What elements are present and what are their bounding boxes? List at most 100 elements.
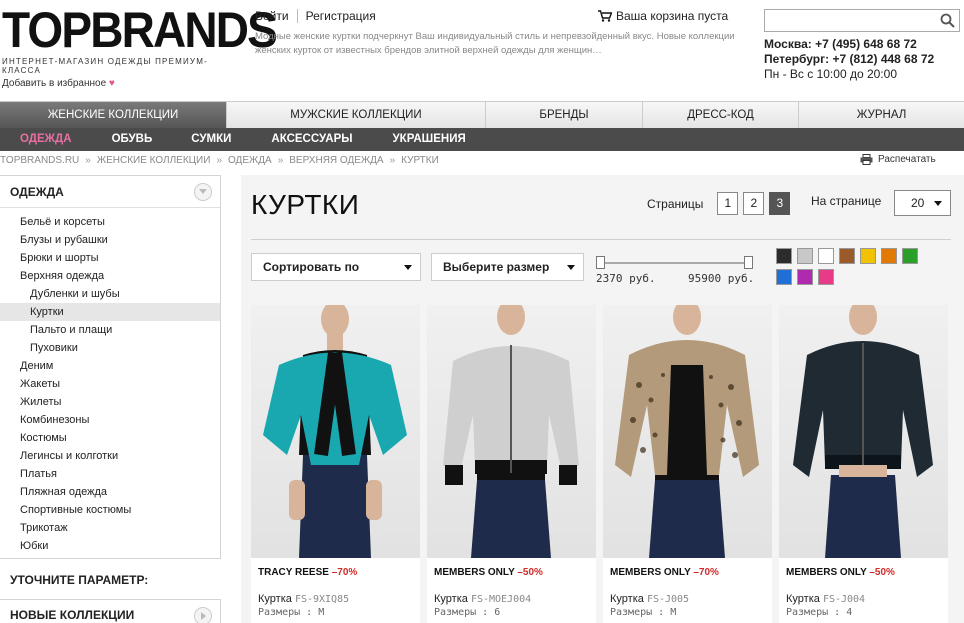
breadcrumb-separator: » — [85, 155, 91, 166]
sidebar-item-leggings[interactable]: Легинсы и колготки — [0, 447, 220, 465]
product-sizes: Размеры : М — [258, 607, 325, 618]
collapse-icon[interactable] — [194, 183, 212, 201]
add-to-favorites-link[interactable]: Добавить в избранное ♥ — [2, 78, 115, 89]
sidebar-item-trousers[interactable]: Брюки и шорты — [0, 249, 220, 267]
color-swatch[interactable] — [797, 248, 813, 264]
working-hours: Пн - Вс с 10:00 до 20:00 — [764, 67, 897, 81]
subnav-clothing[interactable]: ОДЕЖДА — [20, 128, 72, 151]
breadcrumb-clothing[interactable]: ОДЕЖДА — [228, 155, 272, 166]
color-swatch[interactable] — [881, 248, 897, 264]
sidebar-item-beachwear[interactable]: Пляжная одежда — [0, 483, 220, 501]
discount-badge: –70% — [693, 567, 719, 578]
color-swatch[interactable] — [860, 248, 876, 264]
jacket-illustration — [443, 305, 579, 558]
page-3-button[interactable]: 3 — [769, 192, 791, 215]
print-link[interactable]: Распечатать — [860, 154, 936, 165]
refine-heading: УТОЧНИТЕ ПАРАМЕТР: — [10, 573, 149, 587]
expand-icon[interactable] — [194, 607, 212, 623]
breadcrumb-outerwear[interactable]: ВЕРХНЯЯ ОДЕЖДА — [289, 155, 383, 166]
sidebar-item-blouses[interactable]: Блузы и рубашки — [0, 231, 220, 249]
breadcrumb-home[interactable]: TOPBRANDS.RU — [0, 155, 79, 166]
new-collections-header[interactable]: НОВЫЕ КОЛЛЕКЦИИ — [0, 600, 220, 623]
color-swatch[interactable] — [902, 248, 918, 264]
color-swatch[interactable] — [776, 248, 792, 264]
logo-wordmark: TOPBRANDS — [2, 2, 278, 58]
product-card[interactable]: MEMBERS ONLY –50% Куртка FS-MOEJ004 Разм… — [427, 305, 596, 623]
product-card[interactable]: MEMBERS ONLY –70% Куртка FS-J005 Размеры… — [603, 305, 772, 623]
color-swatch[interactable] — [839, 248, 855, 264]
color-swatch[interactable] — [797, 269, 813, 285]
color-swatch[interactable] — [818, 248, 834, 264]
nav-womens-collections[interactable]: ЖЕНСКИЕ КОЛЛЕКЦИИ — [0, 102, 227, 128]
new-collections-panel[interactable]: НОВЫЕ КОЛЛЕКЦИИ — [0, 599, 221, 623]
printer-icon — [860, 154, 873, 165]
subnav-jewelry[interactable]: УКРАШЕНИЯ — [393, 128, 466, 151]
price-max: 95900 руб. — [688, 272, 755, 285]
product-brand: MEMBERS ONLY –50% — [786, 567, 895, 578]
size-select[interactable]: Выберите размер — [431, 253, 584, 281]
per-page-select[interactable]: 20 — [894, 190, 951, 216]
discount-badge: –50% — [869, 567, 895, 578]
color-swatch[interactable] — [818, 269, 834, 285]
nav-mens-collections[interactable]: МУЖСКИЕ КОЛЛЕКЦИИ — [227, 102, 486, 128]
sidebar-item-sheepskin[interactable]: Дубленки и шубы — [0, 285, 220, 303]
sidebar-item-knitwear[interactable]: Трикотаж — [0, 519, 220, 537]
phone-spb: Петербург: +7 (812) 448 68 72 — [764, 52, 935, 66]
nav-brands[interactable]: БРЕНДЫ — [486, 102, 643, 128]
sidebar-item-jumpsuits[interactable]: Комбинезоны — [0, 411, 220, 429]
product-card[interactable]: MEMBERS ONLY –50% Куртка FS-J004 Размеры… — [779, 305, 948, 623]
sidebar-item-dresses[interactable]: Платья — [0, 465, 220, 483]
page-2-button[interactable]: 2 — [743, 192, 765, 215]
sidebar-item-sportswear[interactable]: Спортивные костюмы — [0, 501, 220, 519]
page-1-button[interactable]: 1 — [717, 192, 739, 215]
sidebar-item-blazers[interactable]: Жакеты — [0, 375, 220, 393]
sidebar-item-vests[interactable]: Жилеты — [0, 393, 220, 411]
search-icon[interactable] — [940, 13, 955, 28]
subnav-shoes[interactable]: ОБУВЬ — [112, 128, 153, 151]
product-photo[interactable] — [427, 305, 596, 558]
product-photo[interactable] — [251, 305, 420, 558]
breadcrumb-jackets: КУРТКИ — [401, 155, 439, 166]
sidebar-item-skirts[interactable]: Юбки — [0, 537, 220, 555]
product-name: Куртка FS-9XIQ85 — [258, 593, 350, 605]
breadcrumb-separator: » — [389, 155, 396, 166]
sidebar-item-suits[interactable]: Костюмы — [0, 429, 220, 447]
sidebar-item-lingerie[interactable]: Бельё и корсеты — [0, 213, 220, 231]
breadcrumb-womens[interactable]: ЖЕНСКИЕ КОЛЛЕКЦИИ — [97, 155, 211, 166]
product-sizes: Размеры : 4 — [786, 607, 853, 618]
product-photo[interactable] — [603, 305, 772, 558]
logo[interactable]: TOPBRANDS ИНТЕРНЕТ-МАГАЗИН ОДЕЖДЫ ПРЕМИУ… — [2, 2, 278, 75]
color-swatch[interactable] — [776, 269, 792, 285]
jacket-illustration — [263, 305, 407, 558]
jacket-illustration — [615, 305, 759, 558]
contacts: Москва: +7 (495) 648 68 72 Петербург: +7… — [764, 37, 934, 82]
product-card[interactable]: TRACY REESE –70% Куртка FS-9XIQ85 Размер… — [251, 305, 420, 623]
sidebar-item-coats[interactable]: Пальто и плащи — [0, 321, 220, 339]
slider-max-handle[interactable] — [744, 256, 753, 269]
login-link[interactable]: Войти — [255, 9, 298, 23]
price-range-slider[interactable]: 2370 руб. 95900 руб. — [596, 253, 756, 293]
nav-journal[interactable]: ЖУРНАЛ — [799, 102, 964, 128]
divider — [251, 239, 951, 240]
catalog-content: КУРТКИ Страницы 1 2 3 На странице 20 Сор… — [241, 175, 964, 623]
category-description: Модные женские куртки подчеркнут Ваш инд… — [255, 31, 735, 56]
breadcrumb: TOPBRANDS.RU » ЖЕНСКИЕ КОЛЛЕКЦИИ » ОДЕЖДА »… — [0, 155, 439, 166]
search-input[interactable] — [764, 9, 960, 32]
breadcrumb-separator: » — [277, 155, 284, 166]
product-photo[interactable] — [779, 305, 948, 558]
cart-link[interactable]: Ваша корзина пуста — [598, 9, 728, 23]
sidebar-item-down-jackets[interactable]: Пуховики — [0, 339, 220, 357]
subnav-accessories[interactable]: АКСЕССУАРЫ — [271, 128, 352, 151]
register-link[interactable]: Регистрация — [298, 9, 384, 23]
sidebar-item-denim[interactable]: Деним — [0, 357, 220, 375]
nav-dress-code[interactable]: ДРЕСС-КОД — [643, 102, 799, 128]
per-page-value: 20 — [911, 196, 925, 210]
slider-track — [600, 262, 752, 264]
slider-min-handle[interactable] — [596, 256, 605, 269]
sidebar-item-jackets[interactable]: Куртки — [0, 303, 220, 321]
sidebar-item-outerwear[interactable]: Верхняя одежда — [0, 267, 220, 285]
subnav-bags[interactable]: СУМКИ — [191, 128, 231, 151]
pagination: Страницы 1 2 3 — [647, 192, 795, 215]
sort-select[interactable]: Сортировать по — [251, 253, 421, 281]
category-header[interactable]: ОДЕЖДА — [0, 176, 220, 208]
